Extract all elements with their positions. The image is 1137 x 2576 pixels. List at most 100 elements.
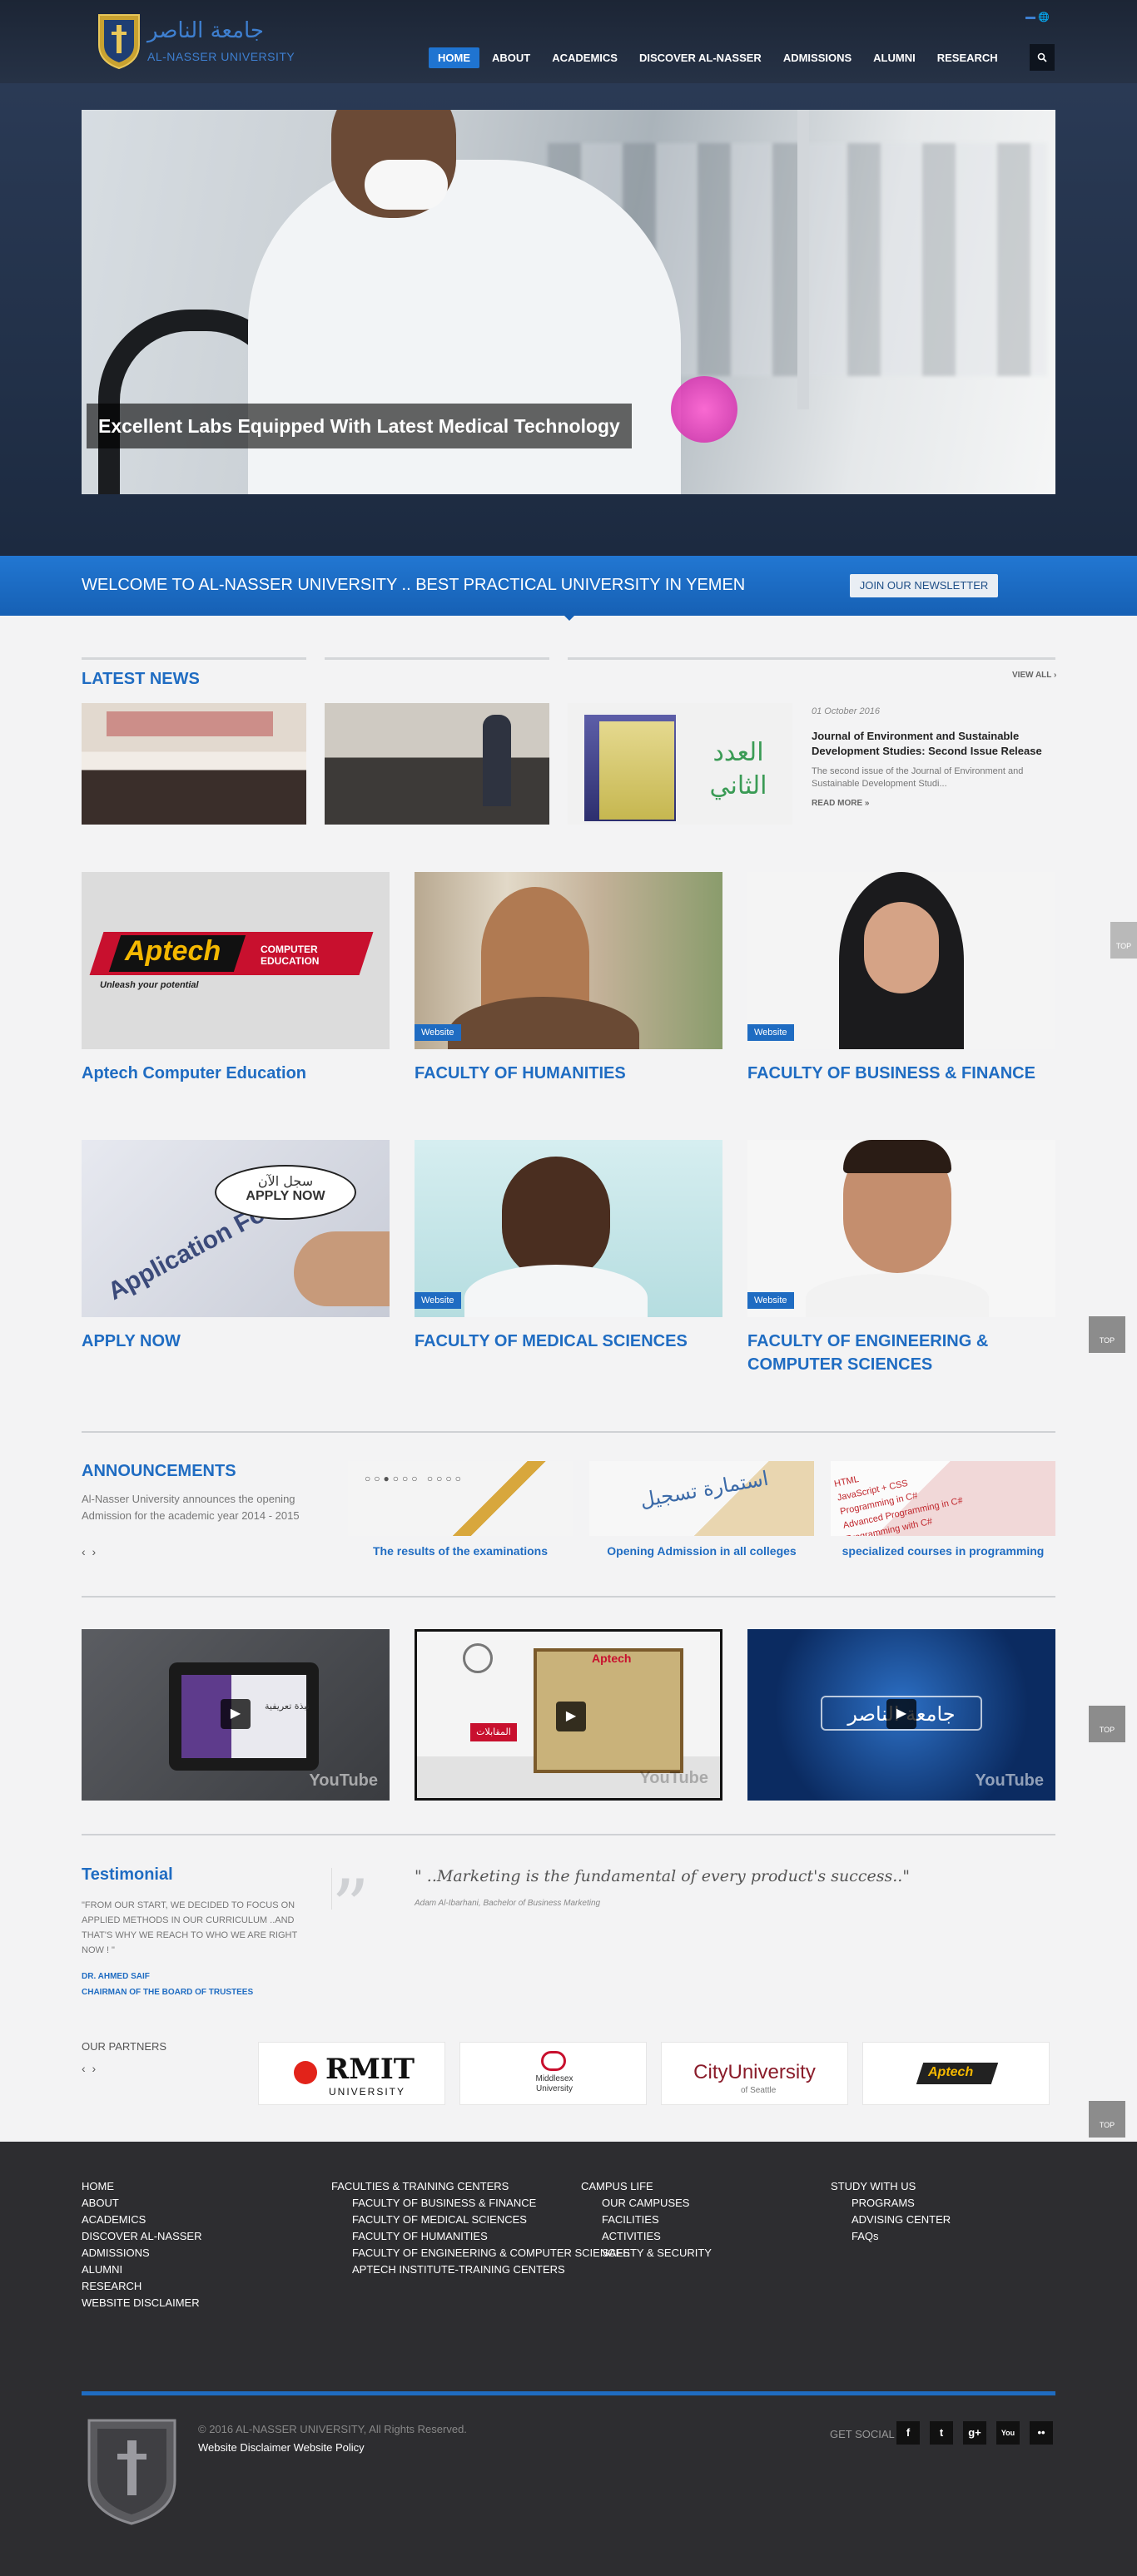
footer-link[interactable]: WEBSITE DISCLAIMER (82, 2295, 202, 2311)
play-button-icon[interactable]: ▶ (886, 1699, 916, 1729)
footer-link[interactable]: ACTIVITIES (581, 2228, 712, 2245)
partner-cityu[interactable]: CityUniversity of Seattle (661, 2042, 848, 2105)
partners-title: OUR PARTNERS (82, 2040, 167, 2053)
next-arrow-icon[interactable]: › (92, 2062, 96, 2075)
top-label: TOP (1099, 2121, 1115, 2129)
announcement-image-3[interactable]: HTML JavaScript + CSS Programming in C# … (831, 1461, 1055, 1536)
website-badge[interactable]: Website (415, 1292, 461, 1309)
announcement-image-1[interactable]: ○○●○○○ ○○○○ (348, 1461, 573, 1536)
website-badge[interactable]: Website (747, 1292, 794, 1309)
website-badge[interactable]: Website (415, 1024, 461, 1041)
board-logo-text: Aptech (592, 1652, 632, 1665)
card-title-business[interactable]: FACULTY OF BUSINESS & FINANCE (747, 1062, 1055, 1085)
footer-legal-links[interactable]: Website Disclaimer Website Policy (198, 2441, 365, 2454)
nav-about[interactable]: ABOUT (483, 47, 539, 68)
back-to-top-button[interactable]: TOP (1089, 1316, 1125, 1353)
flag-icon[interactable] (1025, 16, 1035, 19)
aptech-logo-sub: COMPUTER EDUCATION (261, 944, 320, 967)
youtube-icon[interactable]: You (996, 2421, 1020, 2445)
card-title-apply[interactable]: APPLY NOW (82, 1330, 390, 1353)
announcement-image-2[interactable]: استمارة تسجيل (589, 1461, 814, 1536)
play-button-icon[interactable]: ▶ (221, 1699, 251, 1729)
card-title-humanities[interactable]: FACULTY OF HUMANITIES (415, 1062, 722, 1085)
footer-col-1: HOME ABOUT ACADEMICS DISCOVER AL-NASSER ADMI… (82, 2178, 202, 2311)
search-button[interactable] (1030, 44, 1055, 71)
aptech-tagline: Unleash your potential (100, 980, 199, 990)
video-1[interactable]: نبذة تعريفية ▶ YouTube (82, 1629, 390, 1801)
prev-arrow-icon[interactable]: ‹ (82, 2062, 86, 2075)
footer-link[interactable]: ABOUT (82, 2195, 202, 2212)
journal-issue-text: العدد الثاني (709, 738, 767, 800)
language-switcher[interactable]: 🌐 (1025, 12, 1050, 22)
hand-with-pen (294, 1231, 390, 1306)
globe-icon[interactable]: 🌐 (1038, 12, 1050, 22)
footer-link[interactable]: ADMISSIONS (82, 2245, 202, 2261)
news-divider (82, 657, 306, 660)
partner-aptech[interactable]: Aptech (862, 2042, 1050, 2105)
latest-news-title: LATEST NEWS (82, 670, 200, 688)
news-thumb-3[interactable]: العدد الثاني (568, 703, 792, 825)
medical-card-image[interactable]: Website (415, 1140, 722, 1317)
middlesex-logo (541, 2051, 566, 2071)
business-card-image[interactable]: Website (747, 872, 1055, 1049)
footer-link[interactable]: RESEARCH (82, 2278, 202, 2295)
nav-alumni[interactable]: ALUMNI (864, 47, 925, 68)
announcement-caption[interactable]: specialized courses in programming (827, 1544, 1060, 1558)
footer-link[interactable]: FACILITIES (581, 2212, 712, 2228)
twitter-icon[interactable]: t (930, 2421, 953, 2445)
rmit-sub: UNIVERSITY (329, 2086, 406, 2098)
news-thumb-2[interactable] (325, 703, 549, 825)
back-to-top-button[interactable]: TOP (1089, 1706, 1125, 1742)
footer-heading[interactable]: CAMPUS LIFE (581, 2178, 712, 2195)
nav-home[interactable]: HOME (429, 47, 479, 68)
partner-middlesex[interactable]: Middlesex University (459, 2042, 647, 2105)
video-3[interactable]: جامعة الناصر ▶ YouTube (747, 1629, 1055, 1801)
news-headline[interactable]: Journal of Environment and Sustainable D… (812, 729, 1057, 759)
announcement-caption[interactable]: Opening Admission in all colleges (585, 1544, 818, 1558)
back-to-top-button[interactable]: TOP (1110, 922, 1137, 959)
play-button-icon[interactable]: ▶ (556, 1702, 586, 1731)
nav-discover-al-nasser[interactable]: DISCOVER AL-NASSER (630, 47, 771, 68)
next-arrow-icon[interactable]: › (92, 1545, 96, 1558)
back-to-top-button[interactable]: TOP (1089, 2101, 1125, 2138)
footer-link[interactable]: PROGRAMS (831, 2195, 951, 2212)
news-thumb-1[interactable] (82, 703, 306, 825)
footer-link[interactable]: OUR CAMPUSES (581, 2195, 712, 2212)
footer-col-3: CAMPUS LIFE OUR CAMPUSES FACILITIES ACTIVI… (581, 2178, 712, 2261)
university-logo[interactable]: جامعة الناصر AL-NASSER UNIVERSITY (96, 12, 312, 70)
card-title-aptech[interactable]: Aptech Computer Education (82, 1062, 390, 1085)
card-title-engineering[interactable]: FACULTY OF ENGINEERING & COMPUTER SCIENC… (747, 1330, 1055, 1376)
footer-heading[interactable]: STUDY WITH US (831, 2178, 951, 2195)
footer-link[interactable]: SAFETY & SECURITY (581, 2245, 712, 2261)
aptech-card-image[interactable]: Aptech COMPUTER EDUCATION Unleash your p… (82, 872, 390, 1049)
card-title-medical[interactable]: FACULTY OF MEDICAL SCIENCES (415, 1330, 722, 1353)
testimonial-title: Testimonial (82, 1865, 173, 1884)
humanities-card-image[interactable]: Website (415, 872, 722, 1049)
footer-link[interactable]: HOME (82, 2178, 202, 2195)
footer-link[interactable]: FAQs (831, 2228, 951, 2245)
footer-link[interactable]: APTECH INSTITUTE-TRAINING CENTERS (331, 2261, 630, 2278)
logo-english-text: AL-NASSER UNIVERSITY (147, 50, 295, 63)
footer-link[interactable]: ALUMNI (82, 2261, 202, 2278)
facebook-icon[interactable]: f (896, 2421, 920, 2445)
copyright: © 2016 AL-NASSER UNIVERSITY, All Rights … (198, 2423, 467, 2435)
newsletter-button[interactable]: JOIN OUR NEWSLETTER (850, 574, 998, 597)
partner-rmit[interactable]: RMIT UNIVERSITY (258, 2042, 445, 2105)
nav-academics[interactable]: ACADEMICS (543, 47, 627, 68)
website-badge[interactable]: Website (747, 1024, 794, 1041)
announcement-caption[interactable]: The results of the examinations (344, 1544, 577, 1558)
prev-arrow-icon[interactable]: ‹ (82, 1545, 86, 1558)
footer-link[interactable]: ACADEMICS (82, 2212, 202, 2228)
apply-card-image[interactable]: Application Form سجل الآن APPLY NOW (82, 1140, 390, 1317)
flickr-icon[interactable]: •• (1030, 2421, 1053, 2445)
footer-link[interactable]: ADVISING CENTER (831, 2212, 951, 2228)
answer-sheet-bubbles: ○○●○○○ ○○○○ (365, 1473, 464, 1484)
view-all-link[interactable]: VIEW ALL › (1012, 671, 1056, 680)
nav-admissions[interactable]: ADMISSIONS (774, 47, 861, 68)
video-2[interactable]: Aptech المقابلات ▶ YouTube (415, 1629, 722, 1801)
footer-link[interactable]: DISCOVER AL-NASSER (82, 2228, 202, 2245)
engineering-card-image[interactable]: Website (747, 1140, 1055, 1317)
nav-research[interactable]: RESEARCH (928, 47, 1007, 68)
read-more-link[interactable]: READ MORE » (812, 799, 869, 808)
google-plus-icon[interactable]: g+ (963, 2421, 986, 2445)
